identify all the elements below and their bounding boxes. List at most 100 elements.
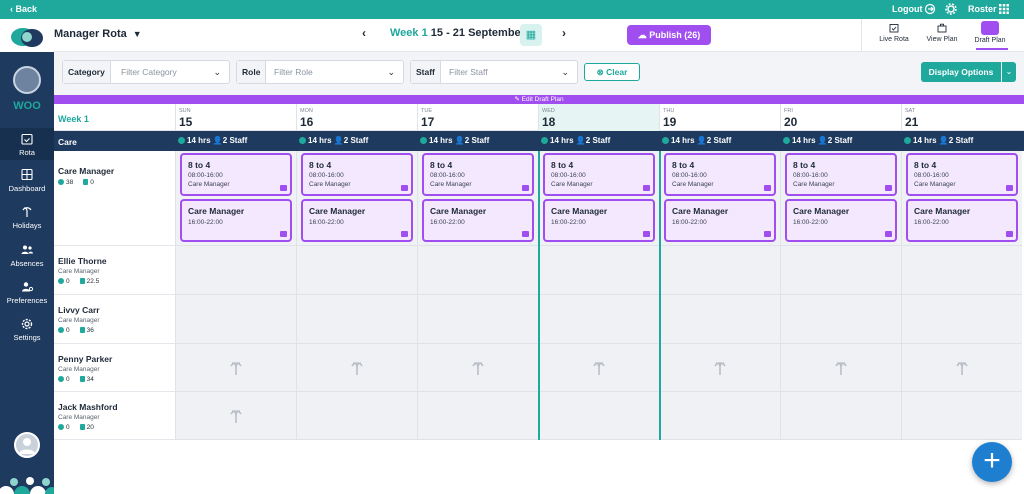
shift-card[interactable]: Care Manager 16:00-22:00 <box>180 199 292 242</box>
sidebar-item-absences[interactable]: Absences <box>0 244 54 268</box>
day-name: THU <box>663 108 675 114</box>
role-day-cell[interactable]: 8 to 4 08:00-16:00 Care Manager Care Manage… <box>175 151 296 246</box>
gear-icon[interactable] <box>945 3 957 15</box>
publish-button[interactable]: ☁ Publish (26) <box>627 25 711 45</box>
palm-tree-icon <box>472 362 484 375</box>
staff-day-cell[interactable] <box>175 392 296 440</box>
staff-row-header[interactable]: Ellie Thorne Care Manager 0 22.5 <box>54 246 175 295</box>
staff-day-cell[interactable] <box>538 392 659 440</box>
staff-day-cell[interactable] <box>659 344 780 392</box>
sidebar-item-dashboard[interactable]: Dashboard <box>0 169 54 193</box>
staff-row-header[interactable]: Jack Mashford Care Manager 0 20 <box>54 392 175 440</box>
category-row[interactable]: Care 14 hrs 👤2 Staff 14 hrs 👤2 Staff 14 … <box>54 131 1024 151</box>
tab-draft-plan[interactable]: Draft Plan <box>970 21 1010 44</box>
staff-day-cell[interactable] <box>417 344 538 392</box>
chevron-down-icon: ⌄ <box>561 67 569 77</box>
shift-card[interactable]: 8 to 4 08:00-16:00 Care Manager <box>180 153 292 196</box>
page-title: Manager Rota <box>54 28 127 40</box>
sidebar-item-preferences[interactable]: Preferences <box>0 281 54 305</box>
edit-draft-plan-bar[interactable]: ✎ Edit Draft Plan <box>54 95 1024 104</box>
staff-day-cell[interactable] <box>296 392 417 440</box>
staff-day-cell[interactable] <box>659 295 780 344</box>
staff-day-cell[interactable] <box>901 295 1022 344</box>
staff-day-cell[interactable] <box>538 344 659 392</box>
shift-card[interactable]: Care Manager 16:00-22:00 <box>422 199 534 242</box>
shift-card[interactable]: Care Manager 16:00-22:00 <box>906 199 1018 242</box>
shift-card[interactable]: 8 to 4 08:00-16:00 Care Manager <box>906 153 1018 196</box>
apps-grid-icon[interactable] <box>998 3 1010 15</box>
logout-icon[interactable] <box>924 3 936 15</box>
staff-day-cell[interactable] <box>901 246 1022 295</box>
clock-icon <box>541 137 548 144</box>
tab-view-plan[interactable]: View Plan <box>922 23 962 43</box>
roster-link[interactable]: Roster <box>968 4 997 14</box>
staff-day-cell[interactable] <box>780 246 901 295</box>
role-day-cell[interactable]: 8 to 4 08:00-16:00 Care Manager Care Manage… <box>538 151 659 246</box>
staff-day-cell[interactable] <box>417 295 538 344</box>
lock-icon <box>885 185 892 191</box>
staff-day-cell[interactable] <box>296 246 417 295</box>
staff-day-cell[interactable] <box>901 344 1022 392</box>
rota-selector[interactable]: Manager Rota ▼ <box>54 28 142 40</box>
shift-card[interactable]: Care Manager 16:00-22:00 <box>664 199 776 242</box>
shift-name: 8 to 4 <box>309 160 332 170</box>
tab-live-rota[interactable]: Live Rota <box>874 23 914 43</box>
staff-role: Care Manager <box>58 268 100 275</box>
staff-day-cell[interactable] <box>175 246 296 295</box>
shift-card[interactable]: 8 to 4 08:00-16:00 Care Manager <box>301 153 413 196</box>
staff-row-header[interactable]: Livvy Carr Care Manager 0 36 <box>54 295 175 344</box>
shift-card[interactable]: Care Manager 16:00-22:00 <box>543 199 655 242</box>
next-week-button[interactable]: › <box>562 26 566 40</box>
clock-icon <box>58 278 64 284</box>
hours-icon <box>79 278 85 284</box>
category-filter[interactable]: Category Filter Category ⌄ <box>62 60 230 84</box>
day-summary: 14 hrs 👤2 Staff <box>662 136 731 145</box>
shift-card[interactable]: 8 to 4 08:00-16:00 Care Manager <box>664 153 776 196</box>
clear-filters-button[interactable]: ⊗ Clear <box>584 63 640 81</box>
add-button[interactable]: + <box>972 442 1012 482</box>
staff-day-cell[interactable] <box>538 246 659 295</box>
avatar[interactable] <box>14 432 40 458</box>
staff-day-cell[interactable] <box>780 392 901 440</box>
staff-day-cell[interactable] <box>175 295 296 344</box>
shift-card[interactable]: 8 to 4 08:00-16:00 Care Manager <box>422 153 534 196</box>
sidebar-item-holidays[interactable]: Holidays <box>0 206 54 230</box>
role-day-cell[interactable]: 8 to 4 08:00-16:00 Care Manager Care Manage… <box>417 151 538 246</box>
display-options-dropdown[interactable]: ⌄ <box>1002 62 1016 82</box>
person-icon: 👤 <box>212 136 223 145</box>
staff-day-cell[interactable] <box>901 392 1022 440</box>
role-day-cell[interactable]: 8 to 4 08:00-16:00 Care Manager Care Manage… <box>901 151 1022 246</box>
role-filter[interactable]: Role Filter Role ⌄ <box>236 60 404 84</box>
calendar-button[interactable]: ▦ <box>520 24 542 46</box>
day-summary: 14 hrs 👤2 Staff <box>904 136 973 145</box>
staff-day-cell[interactable] <box>417 392 538 440</box>
role-day-cell[interactable]: 8 to 4 08:00-16:00 Care Manager Care Manage… <box>659 151 780 246</box>
staff-day-cell[interactable] <box>175 344 296 392</box>
staff-row-header[interactable]: Penny Parker Care Manager 0 34 <box>54 344 175 392</box>
logout-link[interactable]: Logout <box>892 4 923 14</box>
staff-day-cell[interactable] <box>780 344 901 392</box>
staff-day-cell[interactable] <box>417 246 538 295</box>
display-options-button[interactable]: Display Options <box>921 62 1001 82</box>
lock-icon <box>280 185 287 191</box>
shift-card[interactable]: Care Manager 16:00-22:00 <box>301 199 413 242</box>
role-day-cell[interactable]: 8 to 4 08:00-16:00 Care Manager Care Manage… <box>780 151 901 246</box>
sidebar-item-rota[interactable]: Rota <box>0 128 54 160</box>
sidebar-item-settings[interactable]: Settings <box>0 318 54 342</box>
prev-week-button[interactable]: ‹ <box>362 26 366 40</box>
staff-day-cell[interactable] <box>538 295 659 344</box>
staff-day-cell[interactable] <box>659 246 780 295</box>
staff-day-cell[interactable] <box>659 392 780 440</box>
role-day-cell[interactable]: 8 to 4 08:00-16:00 Care Manager Care Manage… <box>296 151 417 246</box>
back-link[interactable]: ‹ Back <box>10 4 37 14</box>
staff-day-cell[interactable] <box>780 295 901 344</box>
shift-card[interactable]: 8 to 4 08:00-16:00 Care Manager <box>543 153 655 196</box>
lock-icon <box>401 185 408 191</box>
staff-filter[interactable]: Staff Filter Staff ⌄ <box>410 60 578 84</box>
shift-card[interactable]: Care Manager 16:00-22:00 <box>785 199 897 242</box>
shift-card[interactable]: 8 to 4 08:00-16:00 Care Manager <box>785 153 897 196</box>
day-header: TUE 17 <box>417 104 538 131</box>
staff-day-cell[interactable] <box>296 295 417 344</box>
org-logo[interactable] <box>13 66 41 94</box>
staff-day-cell[interactable] <box>296 344 417 392</box>
